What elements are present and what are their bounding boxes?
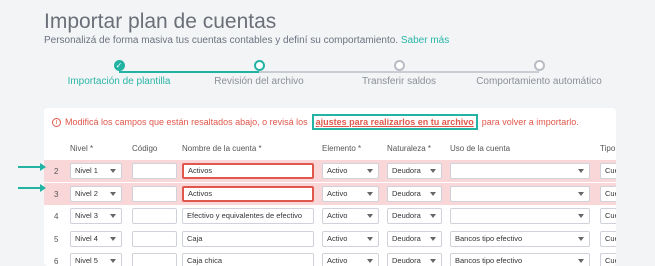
uso-select[interactable] <box>450 163 590 179</box>
adjustments-link[interactable]: ajustes para realizarlos en tu archivo <box>311 114 478 130</box>
elemento-select[interactable]: Activo <box>322 253 379 266</box>
subtitle-text: Personalizá de forma masiva tus cuentas … <box>44 35 399 46</box>
codigo-input[interactable] <box>132 230 177 247</box>
naturaleza-select[interactable]: Deudora <box>387 185 442 202</box>
nivel-select[interactable]: Nivel 3 <box>70 208 122 224</box>
codigo-input[interactable] <box>132 208 177 224</box>
step-dot <box>393 60 405 71</box>
nivel-select[interactable]: Nivel 4 <box>70 230 122 247</box>
step-label: Transferir saldos <box>361 76 437 87</box>
error-alert: i Modificá los campos que están resaltad… <box>52 114 579 130</box>
table-row: 2 Nivel 1 Activos Activo Deudora Cue <box>44 160 616 182</box>
naturaleza-select[interactable]: Deudora <box>387 163 442 179</box>
step-import-template[interactable]: ✓ Importación de plantilla <box>49 60 189 87</box>
codigo-input[interactable] <box>132 163 177 179</box>
nivel-select[interactable]: Nivel 5 <box>70 253 122 266</box>
page-subtitle: Personalizá de forma masiva tus cuentas … <box>44 35 449 46</box>
col-naturaleza: Naturaleza * <box>387 144 432 153</box>
page-title: Importar plan de cuentas <box>44 10 277 33</box>
tipo-select[interactable]: Cue <box>600 230 616 247</box>
row-number: 2 <box>54 167 59 176</box>
learn-more-link[interactable]: Saber más <box>401 35 449 46</box>
review-card: i Modificá los campos que están resaltad… <box>44 108 616 266</box>
import-page: Importar plan de cuentas Personalizá de … <box>0 0 655 266</box>
step-dot-active <box>253 60 265 71</box>
table-row: 6 Nivel 5 Caja chica Activo Deudora Bancos ti… <box>44 250 616 266</box>
row-number: 3 <box>54 189 59 199</box>
tipo-select[interactable]: Cue <box>600 185 616 202</box>
col-nombre: Nombre de la cuenta * <box>182 144 262 153</box>
tipo-select[interactable]: Cue <box>600 163 616 179</box>
elemento-select[interactable]: Activo <box>322 163 379 179</box>
nombre-input[interactable]: Activos <box>182 185 314 202</box>
nombre-input[interactable]: Activos <box>182 163 314 179</box>
uso-select[interactable]: Bancos tipo efectivo <box>450 253 590 266</box>
nombre-input[interactable]: Caja <box>182 230 314 247</box>
elemento-select[interactable]: Activo <box>322 185 379 202</box>
import-stepper: ✓ Importación de plantilla Revisión del … <box>44 60 614 100</box>
elemento-select[interactable]: Activo <box>322 208 379 224</box>
row-number: 5 <box>54 234 59 244</box>
col-uso: Uso de la cuenta <box>450 144 511 153</box>
nombre-input[interactable]: Efectivo y equivalentes de efectivo <box>182 208 314 224</box>
table-header: Nivel * Código Nombre de la cuenta * Ele… <box>44 140 616 158</box>
alert-suffix: para volver a importarlo. <box>481 117 579 127</box>
nivel-select[interactable]: Nivel 2 <box>70 185 122 202</box>
naturaleza-select[interactable]: Deudora <box>387 208 442 224</box>
naturaleza-select[interactable]: Deudora <box>387 253 442 266</box>
table-row: 5 Nivel 4 Caja Activo Deudora Bancos tipo efe… <box>44 228 616 250</box>
arrow-icon <box>18 163 46 171</box>
col-nivel: Nivel * <box>70 144 94 153</box>
col-codigo: Código <box>132 144 158 153</box>
uso-select[interactable] <box>450 185 590 202</box>
alert-prefix: Modificá los campos que están resaltados… <box>65 117 308 127</box>
info-icon: i <box>52 117 61 127</box>
check-icon: ✓ <box>113 60 125 71</box>
step-auto-behavior[interactable]: Comportamiento automático <box>469 60 609 87</box>
col-tipo: Tipo <box>600 144 616 153</box>
tipo-select[interactable]: Cue <box>600 253 616 266</box>
row-number: 6 <box>54 257 59 266</box>
naturaleza-select[interactable]: Deudora <box>387 230 442 247</box>
uso-select[interactable]: Bancos tipo efectivo <box>450 230 590 247</box>
step-review-file[interactable]: Revisión del archivo <box>189 60 329 87</box>
step-label: Comportamiento automático <box>476 76 602 87</box>
table-row: 4 Nivel 3 Efectivo y equivalentes de efect… <box>44 205 616 227</box>
step-label: Importación de plantilla <box>67 76 171 87</box>
arrow-icon <box>18 184 46 192</box>
step-label: Revisión del archivo <box>214 76 304 87</box>
tipo-select[interactable]: Cue <box>600 208 616 224</box>
table-row: 3 Nivel 2 Activos Activo Deudora Cue <box>44 182 616 205</box>
step-transfer-balances[interactable]: Transferir saldos <box>329 60 469 87</box>
col-elemento: Elemento * <box>322 144 362 153</box>
nombre-input[interactable]: Caja chica <box>182 253 314 266</box>
uso-select[interactable] <box>450 208 590 224</box>
codigo-input[interactable] <box>132 185 177 202</box>
nivel-select[interactable]: Nivel 1 <box>70 163 122 179</box>
elemento-select[interactable]: Activo <box>322 230 379 247</box>
row-number: 4 <box>54 212 59 221</box>
codigo-input[interactable] <box>132 253 177 266</box>
step-dot <box>533 60 545 71</box>
